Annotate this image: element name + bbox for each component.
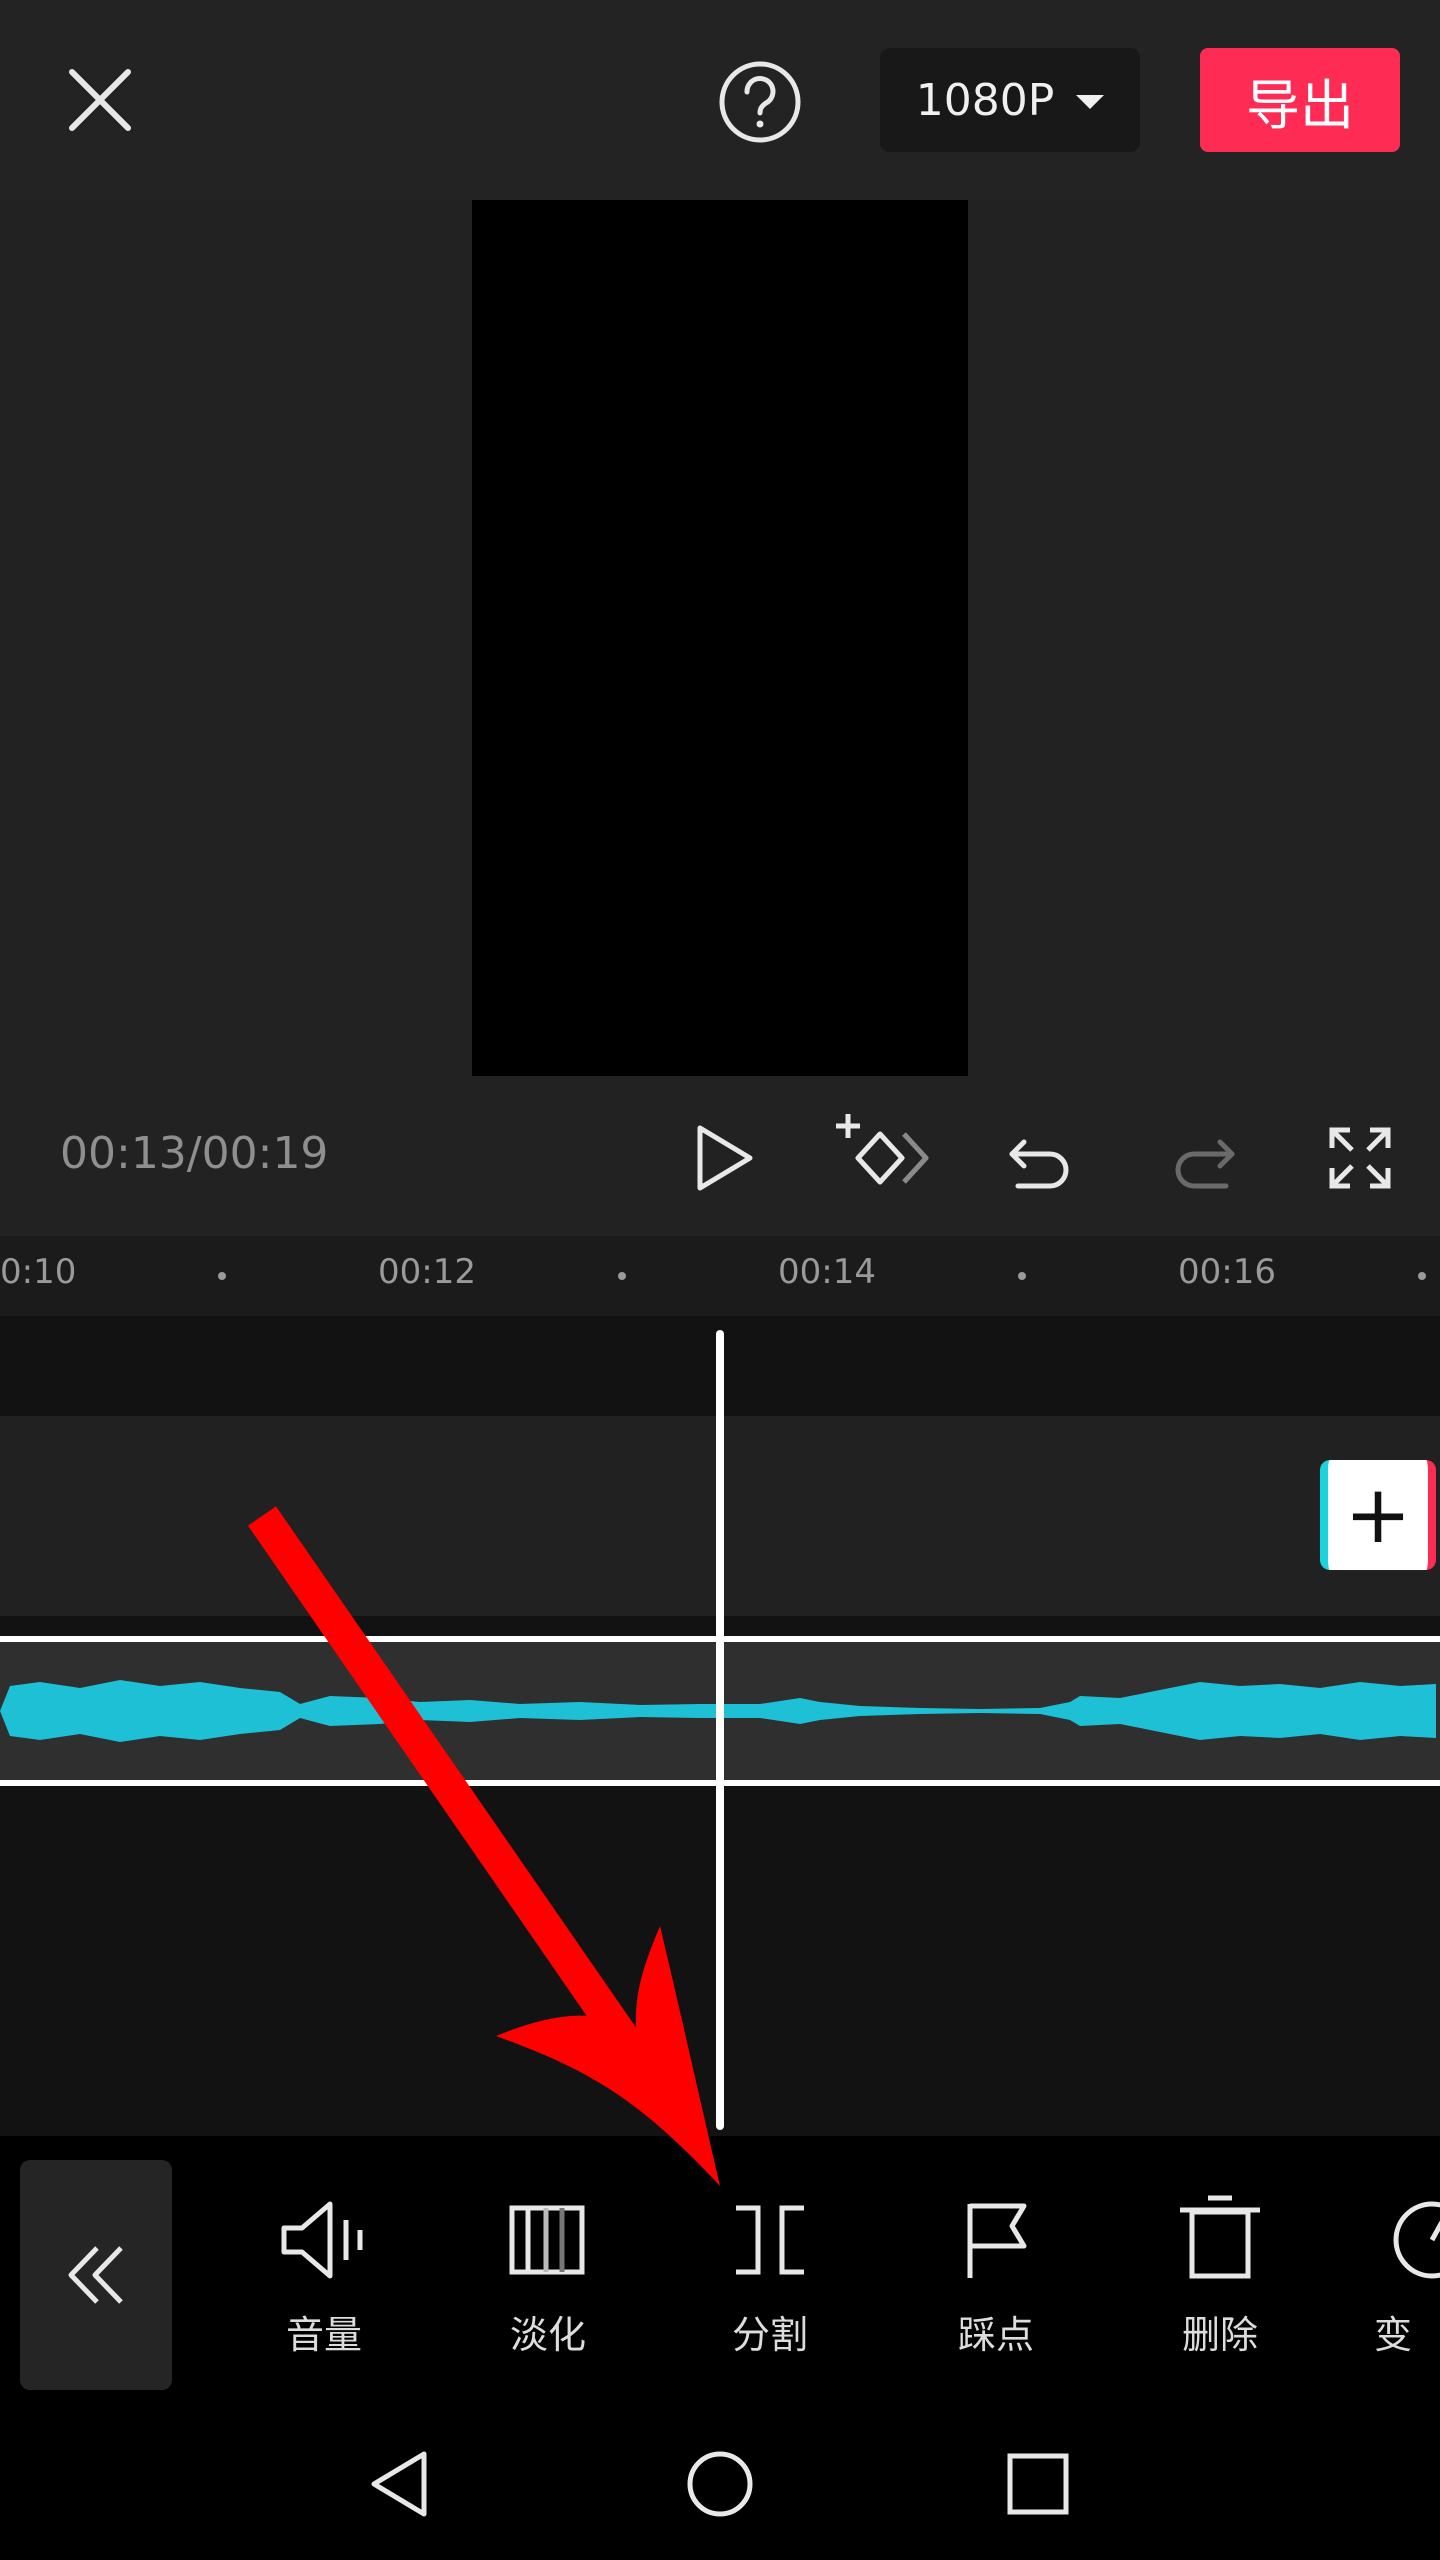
fullscreen-button[interactable]: [1320, 1118, 1400, 1198]
add-clip-button[interactable]: +: [1320, 1460, 1436, 1570]
tool-delete[interactable]: 删除: [1150, 2190, 1290, 2360]
nav-home-button[interactable]: [680, 2444, 760, 2524]
tool-label: 分割: [731, 2313, 808, 2357]
tool-fade[interactable]: 淡化: [478, 2190, 618, 2360]
redo-icon: [1175, 1139, 1235, 1189]
ruler-dot: [618, 1272, 626, 1280]
play-icon: [697, 1125, 753, 1191]
speed-icon: [1393, 2201, 1440, 2279]
triangle-back-icon: [371, 2451, 427, 2517]
video-preview[interactable]: [472, 200, 968, 1076]
redo-button[interactable]: [1162, 1118, 1242, 1198]
resolution-value: 1080P: [915, 74, 1055, 126]
delete-icon: [1180, 2195, 1260, 2279]
ruler-dot: [1018, 1272, 1026, 1280]
split-icon: [736, 2205, 804, 2275]
tool-speed[interactable]: 变: [1374, 2190, 1440, 2360]
ruler-label: 0:10: [0, 1252, 77, 1292]
nav-back-button[interactable]: [360, 2444, 440, 2524]
help-icon: [719, 61, 801, 143]
collapse-toolbar-button[interactable]: [20, 2160, 172, 2390]
tool-beat[interactable]: 踩点: [926, 2190, 1066, 2360]
ruler-dot: [218, 1272, 226, 1280]
beat-flag-icon: [967, 2203, 1027, 2278]
ruler-label: 00:16: [1178, 1252, 1276, 1292]
ruler-label: 00:12: [378, 1252, 476, 1292]
nav-recents-button[interactable]: [998, 2444, 1078, 2524]
tool-label: 删除: [1181, 2313, 1258, 2357]
tool-split[interactable]: 分割: [700, 2190, 840, 2360]
volume-icon: [281, 2201, 363, 2279]
time-display: 00:13/00:19: [60, 1128, 329, 1179]
double-chevron-left-icon: [68, 2246, 123, 2304]
ruler-label: 00:14: [778, 1252, 876, 1292]
keyframe-button[interactable]: [830, 1108, 930, 1208]
tool-label: 淡化: [509, 2313, 586, 2357]
tool-label: 变: [1374, 2313, 1413, 2357]
circle-home-icon: [687, 2451, 753, 2517]
play-button[interactable]: [684, 1118, 764, 1198]
fade-icon: [509, 2205, 585, 2275]
tool-label: 音量: [285, 2313, 362, 2357]
resolution-dropdown[interactable]: 1080P: [880, 48, 1140, 152]
square-recents-icon: [1007, 2453, 1069, 2515]
help-button[interactable]: [716, 58, 804, 146]
close-button[interactable]: [60, 60, 140, 140]
tool-label: 踩点: [957, 2313, 1034, 2357]
plus-icon: +: [1344, 1468, 1412, 1561]
close-icon: [69, 69, 131, 131]
keyframe-icon: [836, 1114, 929, 1185]
ruler-dot: [1418, 1272, 1426, 1280]
undo-button[interactable]: [1002, 1118, 1082, 1198]
export-button[interactable]: 导出: [1200, 48, 1400, 152]
tool-volume[interactable]: 音量: [254, 2190, 394, 2360]
undo-icon: [1009, 1139, 1069, 1189]
caret-down-icon: [1076, 95, 1105, 109]
playhead[interactable]: [716, 1330, 724, 2130]
fullscreen-icon: [1329, 1127, 1391, 1189]
